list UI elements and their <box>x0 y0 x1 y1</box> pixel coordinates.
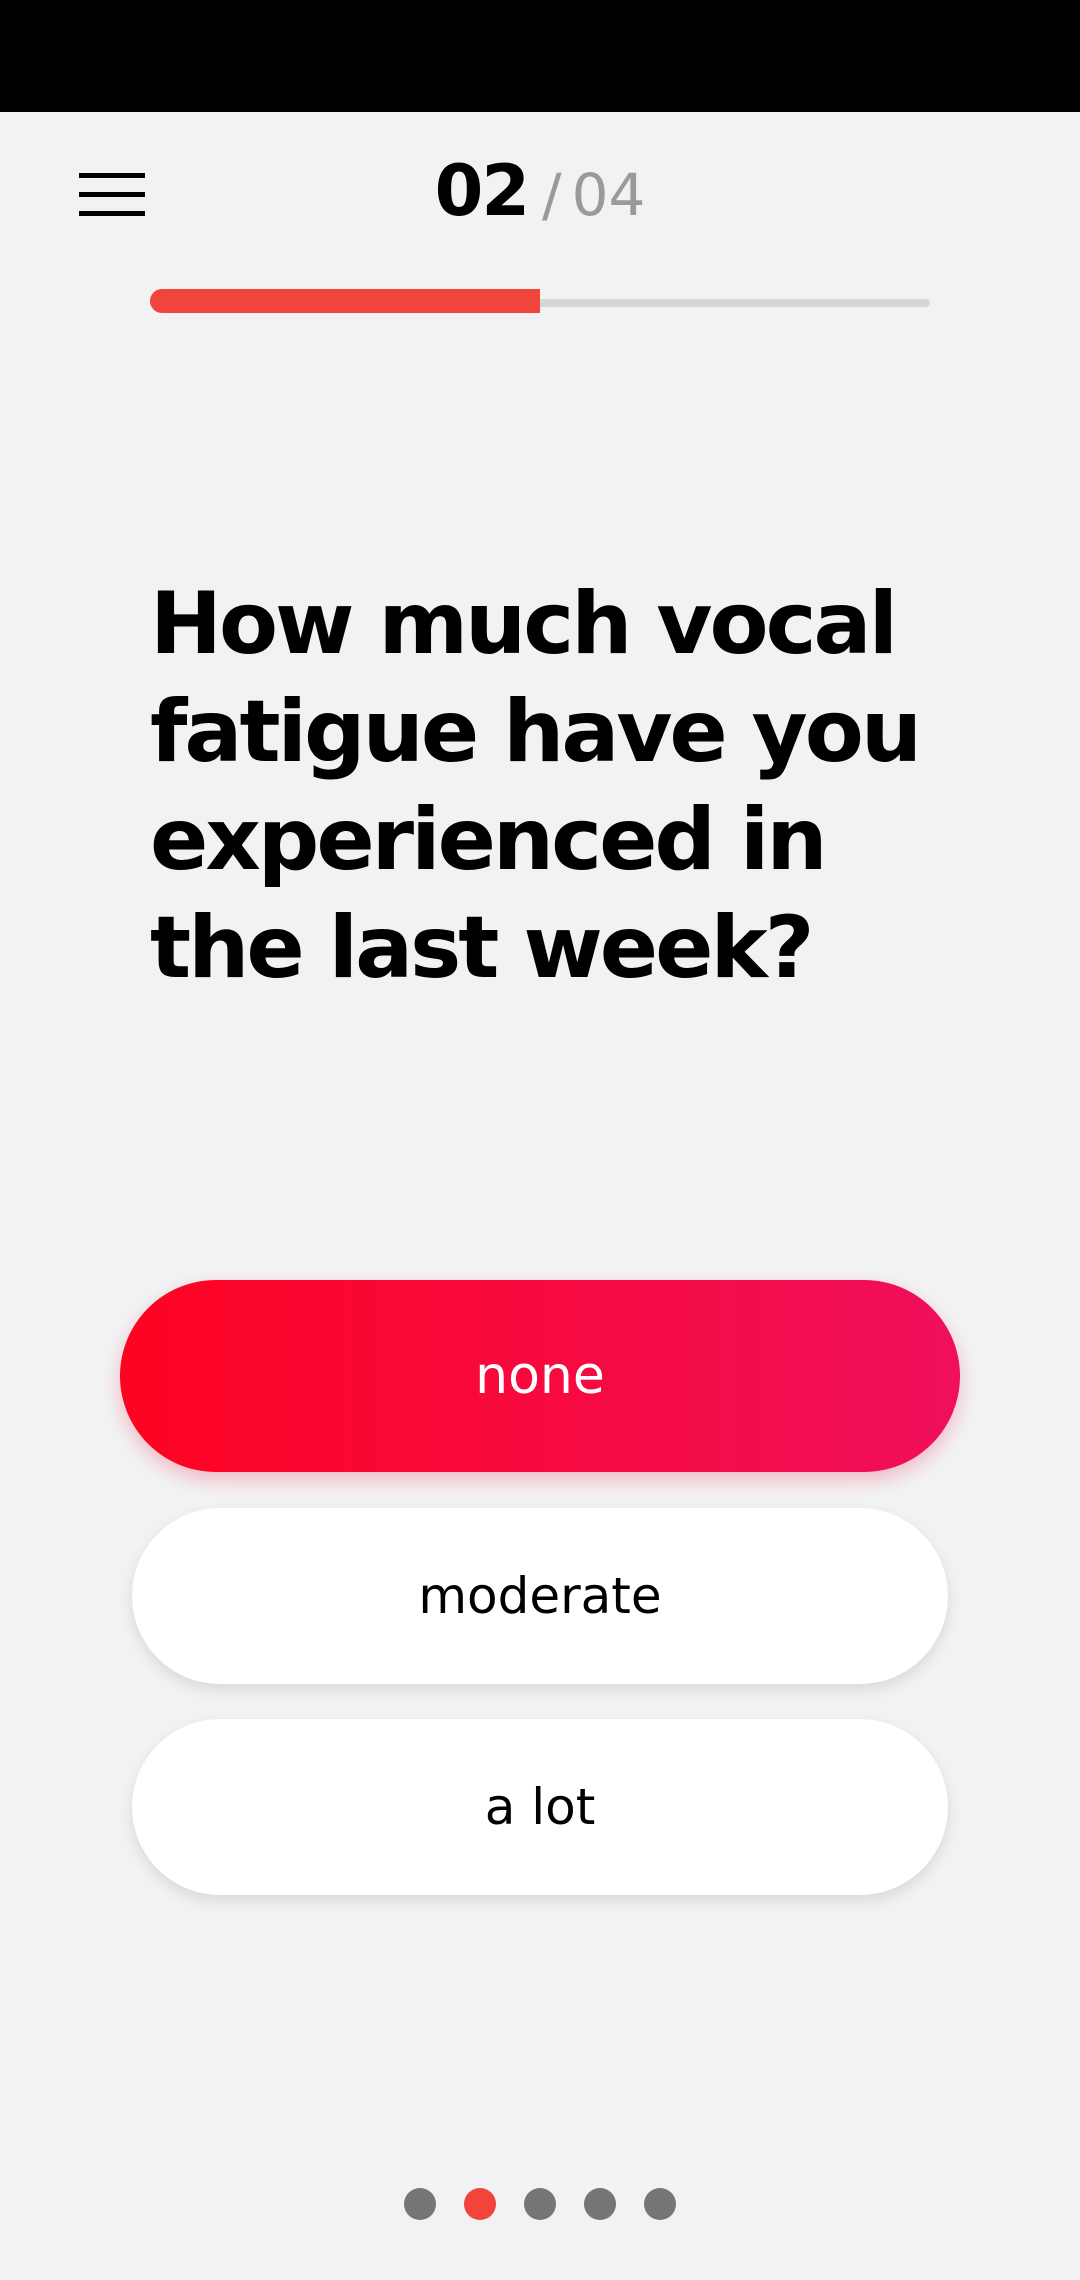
progress-bar <box>150 289 930 313</box>
status-bar <box>0 0 1080 112</box>
progress-bar-fill <box>150 289 540 313</box>
page-indicator <box>0 2188 1080 2220</box>
answer-option-moderate[interactable]: moderate <box>132 1508 948 1684</box>
current-step: 02 <box>434 150 530 232</box>
total-steps: 04 <box>571 161 646 229</box>
page-dot-active[interactable] <box>464 2188 496 2220</box>
step-counter: 02/04 <box>0 150 1080 232</box>
page-dot[interactable] <box>524 2188 556 2220</box>
page-dot[interactable] <box>584 2188 616 2220</box>
question-text: How much vocal fatigue have you experien… <box>150 574 922 998</box>
step-separator: / <box>542 161 562 229</box>
answer-option-none[interactable]: none <box>120 1280 960 1472</box>
answer-option-a-lot[interactable]: a lot <box>132 1719 948 1895</box>
page-dot[interactable] <box>644 2188 676 2220</box>
page-dot[interactable] <box>404 2188 436 2220</box>
